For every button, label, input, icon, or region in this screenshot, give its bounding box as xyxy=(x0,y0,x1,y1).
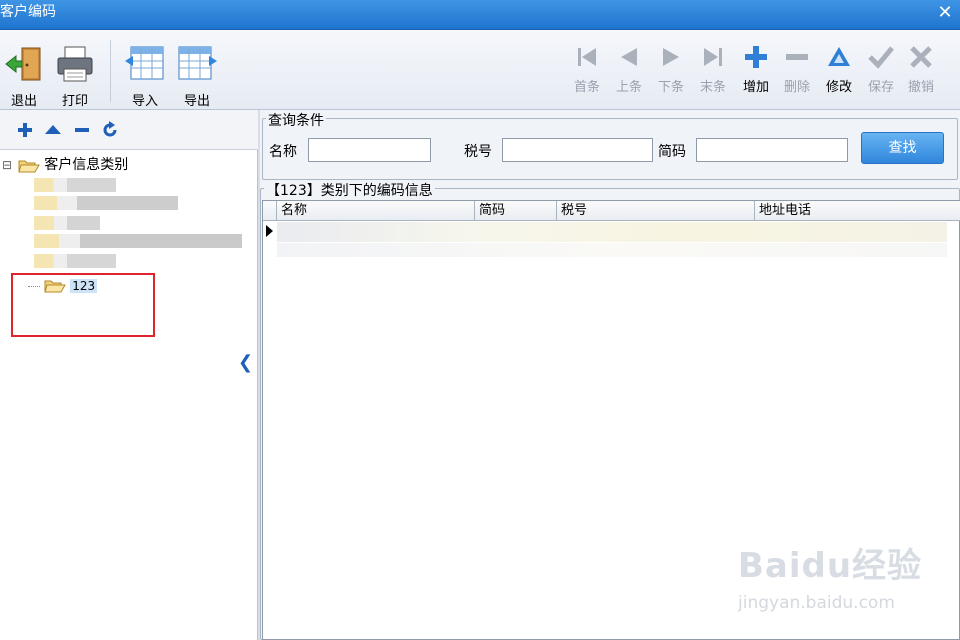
save-check-icon xyxy=(868,46,894,69)
list-legend: 【123】类别下的编码信息 xyxy=(264,180,435,200)
printer-icon xyxy=(57,46,93,82)
window-title: 客户编码 xyxy=(0,4,56,20)
print-label: 打印 xyxy=(61,94,88,109)
edit-label: 修改 xyxy=(825,80,852,95)
add-button[interactable]: 增加 xyxy=(738,44,774,95)
delete-icon xyxy=(786,54,808,60)
find-button[interactable]: 查找 xyxy=(861,132,944,164)
blurred-row-content xyxy=(277,222,947,242)
watermark-brand: Baidu经验 xyxy=(738,546,923,586)
prev-record-icon xyxy=(621,48,637,66)
tax-label: 税号 xyxy=(464,144,492,160)
toolbar-separator xyxy=(110,40,111,102)
category-tree-panel: ⊟ 客户信息类别 123 xyxy=(0,110,258,640)
blurred-category-row xyxy=(34,216,100,230)
query-conditions: 查询条件 名称 税号 简码 查找 xyxy=(260,110,960,184)
collapse-panel-icon[interactable]: ❮ xyxy=(238,352,253,373)
undo-label: 撤销 xyxy=(907,80,934,95)
export-label: 导出 xyxy=(183,94,210,109)
tree-root-node[interactable]: ⊟ 客户信息类别 xyxy=(2,154,128,174)
exit-label: 退出 xyxy=(10,94,37,109)
prev-record-label: 上条 xyxy=(615,80,642,95)
grid-header: 名称 简码 税号 地址电话 xyxy=(263,201,960,221)
delete-label: 删除 xyxy=(783,80,810,95)
save-label: 保存 xyxy=(867,80,894,95)
blurred-category-row xyxy=(34,178,116,192)
last-record-label: 末条 xyxy=(699,80,726,95)
highlight-annotation-box xyxy=(11,273,155,337)
export-table-icon xyxy=(178,46,217,80)
blurred-category-row xyxy=(34,234,242,248)
baidu-watermark: Baidu经验 jingyan.baidu.com xyxy=(738,538,922,613)
import-button[interactable]: 导入 xyxy=(124,44,166,109)
row-pointer-icon xyxy=(266,225,273,237)
refresh-icon[interactable] xyxy=(101,121,119,139)
next-record-label: 下条 xyxy=(657,80,684,95)
column-header-address-phone[interactable]: 地址电话 xyxy=(754,201,960,221)
column-header-tax[interactable]: 税号 xyxy=(556,201,754,221)
plus-icon[interactable] xyxy=(16,121,34,139)
next-record-icon xyxy=(663,48,679,66)
grid-corner xyxy=(263,201,276,221)
exit-button[interactable]: 退出 xyxy=(4,44,44,109)
name-label: 名称 xyxy=(269,144,297,160)
blurred-row-content xyxy=(277,243,947,257)
first-record-button[interactable]: 首条 xyxy=(570,44,604,95)
edit-icon xyxy=(828,47,850,66)
export-button[interactable]: 导出 xyxy=(176,44,218,109)
expand-toggle-icon[interactable]: ⊟ xyxy=(2,158,14,172)
tree-toolbar xyxy=(0,110,258,150)
add-label: 增加 xyxy=(742,80,769,95)
watermark-url: jingyan.baidu.com xyxy=(738,593,895,613)
undo-x-icon xyxy=(910,46,932,68)
folder-open-icon xyxy=(18,160,41,172)
last-record-button[interactable]: 末条 xyxy=(696,44,730,95)
exit-door-icon xyxy=(5,47,41,81)
up-icon[interactable] xyxy=(44,121,62,139)
undo-button[interactable]: 撤销 xyxy=(904,44,938,95)
add-icon xyxy=(745,46,767,68)
first-record-label: 首条 xyxy=(573,80,600,95)
edit-button[interactable]: 修改 xyxy=(822,44,856,95)
save-button[interactable]: 保存 xyxy=(864,44,898,95)
tree-root-label: 客户信息类别 xyxy=(44,157,129,173)
name-input[interactable] xyxy=(308,138,431,162)
prev-record-button[interactable]: 上条 xyxy=(612,44,646,95)
title-bar: 客户编码 ✕ xyxy=(0,0,960,30)
import-label: 导入 xyxy=(131,94,158,109)
table-row[interactable] xyxy=(263,221,960,257)
tax-input[interactable] xyxy=(502,138,653,162)
import-table-icon xyxy=(125,46,164,80)
column-header-code[interactable]: 简码 xyxy=(474,201,556,221)
close-icon[interactable]: ✕ xyxy=(930,0,960,28)
query-legend: 查询条件 xyxy=(266,110,326,130)
next-record-button[interactable]: 下条 xyxy=(654,44,688,95)
blurred-category-row xyxy=(34,196,178,210)
code-label: 简码 xyxy=(658,144,686,160)
minus-icon[interactable] xyxy=(73,121,91,139)
last-record-icon xyxy=(704,48,722,66)
code-input[interactable] xyxy=(696,138,848,162)
blurred-category-row xyxy=(34,254,116,268)
print-button[interactable]: 打印 xyxy=(54,44,96,109)
delete-button[interactable]: 删除 xyxy=(780,44,814,95)
first-record-icon xyxy=(578,48,596,66)
main-toolbar: 退出 打印 导入 导出 首条 上条 下条 末条 增加 删除 修改 保存 撤销 xyxy=(0,30,960,110)
column-header-name[interactable]: 名称 xyxy=(276,201,474,221)
